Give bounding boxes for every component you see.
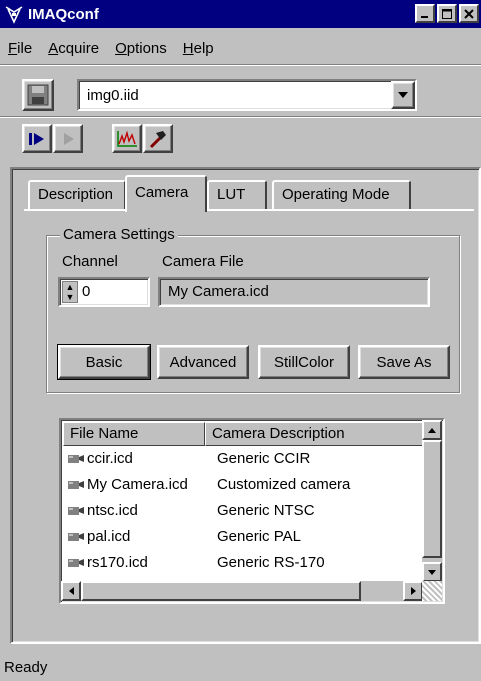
save-button[interactable] [22, 79, 54, 111]
app-icon [5, 6, 23, 24]
snap-button[interactable] [53, 124, 83, 153]
play-icon [64, 132, 74, 145]
chevron-down-icon [398, 92, 408, 98]
group-title: Camera Settings [60, 226, 178, 243]
close-button[interactable] [459, 4, 479, 23]
tab-page-camera [24, 209, 474, 629]
tab-camera[interactable]: Camera [125, 175, 207, 212]
maximize-button[interactable] [437, 4, 457, 23]
status-text: Ready [4, 659, 48, 676]
run-continuous-icon [29, 132, 44, 145]
separator [0, 64, 481, 66]
menu-help[interactable]: Help [175, 40, 222, 57]
hammer-icon [149, 130, 166, 148]
tab-description[interactable]: Description [28, 180, 126, 210]
floppy-disk-icon [27, 84, 49, 106]
tab-description-label: Description [38, 186, 114, 203]
minimize-icon [421, 15, 428, 18]
window-title: IMAQconf [28, 5, 99, 23]
interface-file-value: img0.iid [87, 87, 139, 104]
menu-bar: File Acquire Options Help [0, 36, 222, 60]
tab-operating-mode[interactable]: Operating Mode [272, 180, 411, 210]
menu-options-label: ptions [126, 39, 167, 57]
tab-operating-mode-label: Operating Mode [282, 186, 390, 203]
separator [0, 116, 481, 118]
menu-acquire[interactable]: Acquire [40, 40, 107, 57]
histogram-icon [117, 129, 137, 147]
menu-help-label: elp [193, 39, 214, 57]
tab-lut-label: LUT [217, 186, 246, 203]
menu-acquire-label: cquire [58, 39, 100, 57]
tools-button[interactable] [143, 124, 173, 153]
close-icon [464, 8, 474, 19]
combo-dropdown-button[interactable] [391, 81, 415, 109]
tab-lut[interactable]: LUT [207, 180, 267, 210]
minimize-button[interactable] [415, 4, 435, 23]
maximize-icon [442, 8, 452, 19]
histogram-button[interactable] [112, 124, 142, 153]
status-bar: Ready [0, 651, 481, 681]
interface-file-combo[interactable]: img0.iid [77, 79, 417, 111]
tab-camera-label: Camera [135, 184, 189, 201]
title-bar: IMAQconf [0, 0, 481, 28]
menu-help-accel: H [182, 39, 194, 57]
menu-file[interactable]: File [0, 40, 40, 57]
menu-acquire-accel: A [48, 39, 59, 57]
menu-options-accel: O [115, 39, 127, 57]
menu-file-label: ile [17, 39, 33, 57]
menu-options[interactable]: Options [107, 40, 175, 57]
grab-button[interactable] [22, 124, 52, 153]
menu-file-accel: F [8, 39, 18, 57]
